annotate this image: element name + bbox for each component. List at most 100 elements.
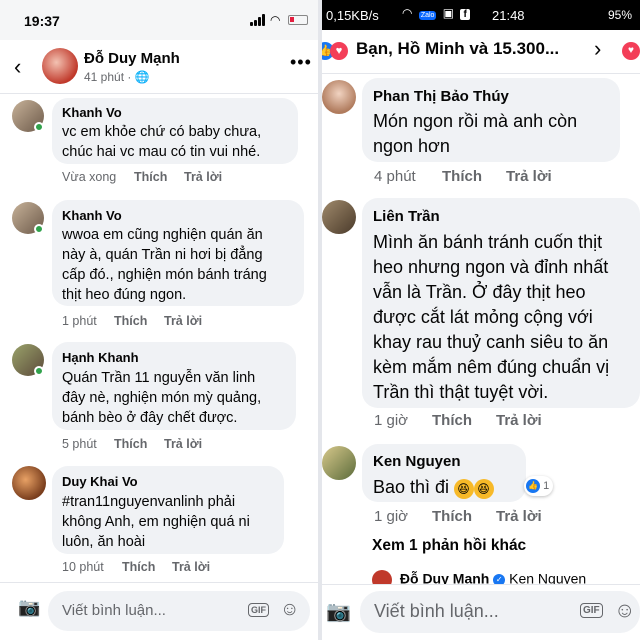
comment-bubble: Ken Nguyen Bao thì đi 😆 😆 <box>362 444 526 502</box>
comment-author[interactable]: Phan Thị Bảo Thúy <box>373 88 509 105</box>
comment-composer: 📷 Viết bình luận... GIF ☺ <box>0 582 318 640</box>
comment-bubble: Khanh Vo wwoa em cũng nghiện quán ăn này… <box>52 200 304 306</box>
comment-input[interactable]: Viết bình luận... GIF ☺ <box>48 591 310 631</box>
reply-button[interactable]: Trả lời <box>506 168 552 185</box>
like-button[interactable]: Thích <box>432 412 472 429</box>
comment-item: Hạnh Khanh Quán Trần 11 nguyễn văn linh … <box>0 342 318 458</box>
comment-actions: Vừa xong Thích Trả lời <box>62 170 222 184</box>
reply-button[interactable]: Trả lời <box>496 508 542 525</box>
reply-button[interactable]: Trả lời <box>164 437 202 451</box>
zalo-icon: Zalo <box>418 11 437 20</box>
avatar[interactable] <box>42 48 78 84</box>
like-button[interactable]: Thích <box>442 168 482 185</box>
comment-time: 4 phút <box>374 168 416 185</box>
comment-time: 10 phút <box>62 560 104 574</box>
right-screenshot: 0,15KB/s ◠ Zalo ▣ f 21:48 95% 👍 ♥ Bạn, H… <box>322 0 640 640</box>
wifi-icon: ◠ <box>270 13 281 27</box>
comment-actions: 1 phút Thích Trả lời <box>62 314 202 328</box>
reaction-count-chip[interactable]: 👍 1 <box>524 476 554 496</box>
comment-item: Phan Thị Bảo Thúy Món ngon rồi mà anh cò… <box>322 76 640 192</box>
comment-actions: 1 giờ Thích Trả lời <box>374 508 542 525</box>
view-more-replies-link[interactable]: Xem 1 phản hồi khác <box>372 537 526 555</box>
comment-composer: 📷 Viết bình luận... GIF ☺ <box>322 584 640 640</box>
image-icon: ▣ <box>442 6 455 20</box>
heart-icon[interactable]: ♥ <box>622 42 640 60</box>
avatar[interactable] <box>322 80 356 114</box>
wifi-icon: ◠ <box>402 6 413 20</box>
like-button[interactable]: Thích <box>432 508 472 525</box>
comment-text: Quán Trần 11 nguyễn văn linh đây nè, ngh… <box>62 370 262 426</box>
reaction-count: 1 <box>543 480 550 492</box>
gif-icon[interactable]: GIF <box>248 603 269 617</box>
reaction-icons: 👍 ♥ <box>322 40 352 62</box>
like-button[interactable]: Thích <box>114 314 147 328</box>
status-bar: 19:37 ◠ <box>0 0 318 40</box>
avatar[interactable] <box>322 200 356 234</box>
comment-bubble: Phan Thị Bảo Thúy Món ngon rồi mà anh cò… <box>362 78 620 162</box>
comment-item: Duy Khai Vo #tran11nguyenvanlinh phải kh… <box>0 464 318 580</box>
comment-bubble: Liên Trần Mình ăn bánh tránh cuốn thịt h… <box>362 198 640 408</box>
comment-author[interactable]: Hạnh Khanh <box>62 350 139 365</box>
comment-actions: 4 phút Thích Trả lời <box>374 168 552 185</box>
emoji-icon[interactable]: ☺ <box>280 599 299 621</box>
love-reaction-icon: ♥ <box>330 42 348 60</box>
like-button[interactable]: Thích <box>134 170 167 184</box>
facebook-icon: f <box>460 9 470 20</box>
status-icons: ◠ Zalo ▣ f <box>402 6 473 20</box>
comment-body: Bao thì đi 😆 😆 <box>373 475 494 500</box>
status-time: 19:37 <box>24 13 60 29</box>
reply-button[interactable]: Trả lời <box>164 314 202 328</box>
post-meta: 41 phút · 🌐 <box>84 70 150 84</box>
network-speed: 0,15KB/s <box>326 8 379 23</box>
comment-text: vc em khỏe chứ có baby chưa, chúc hai vc… <box>62 124 262 160</box>
post-author-name[interactable]: Đỗ Duy Mạnh <box>84 50 180 67</box>
back-arrow-icon[interactable]: ‹ <box>14 54 21 80</box>
comment-author[interactable]: Khanh Vo <box>62 208 122 223</box>
gif-icon[interactable]: GIF <box>580 603 603 618</box>
reply-button[interactable]: Trả lời <box>172 560 210 574</box>
status-time: 21:48 <box>492 8 525 23</box>
comment-input-placeholder: Viết bình luận... <box>374 601 499 621</box>
comment-text: Bao thì đi <box>373 477 450 497</box>
reactions-header[interactable]: 👍 ♥ Bạn, Hồ Minh và 15.300... › ♥ <box>322 30 640 74</box>
comment-actions: 10 phút Thích Trả lời <box>62 560 210 574</box>
emoji-icon[interactable]: ☺ <box>614 599 635 623</box>
comment-item: Liên Trần Mình ăn bánh tránh cuốn thịt h… <box>322 196 640 436</box>
battery-level: 95% <box>608 8 633 22</box>
like-button[interactable]: Thích <box>122 560 155 574</box>
camera-icon[interactable]: 📷 <box>18 597 40 618</box>
comment-input-placeholder: Viết bình luận... <box>62 602 166 619</box>
comment-text: #tran11nguyenvanlinh phải không Anh, em … <box>62 494 250 550</box>
like-button[interactable]: Thích <box>114 437 147 451</box>
reply-button[interactable]: Trả lời <box>496 412 542 429</box>
haha-emoji-icon: 😆 <box>473 478 494 499</box>
comment-text: wwoa em cũng nghiện quán ăn này à, quán … <box>62 227 267 303</box>
avatar[interactable] <box>322 446 356 480</box>
reply-button[interactable]: Trả lời <box>184 170 222 184</box>
comment-text: Mình ăn bánh tránh cuốn thịt heo nhưng n… <box>373 232 610 402</box>
comment-author[interactable]: Ken Nguyen <box>373 453 461 470</box>
comment-time: Vừa xong <box>62 170 117 184</box>
left-screenshot: 19:37 ◠ ‹ Đỗ Duy Mạnh 41 phút · 🌐 ••• Kh… <box>0 0 318 640</box>
chevron-right-icon[interactable]: › <box>594 36 601 62</box>
online-indicator <box>34 224 44 234</box>
avatar[interactable] <box>12 466 46 500</box>
online-indicator <box>34 122 44 132</box>
post-header: ‹ Đỗ Duy Mạnh 41 phút · 🌐 ••• <box>0 40 318 94</box>
comment-author[interactable]: Khanh Vo <box>62 105 122 120</box>
more-options-icon[interactable]: ••• <box>290 52 312 73</box>
comment-text: Món ngon rồi mà anh còn ngon hơn <box>373 111 578 156</box>
comment-item: Khanh Vo vc em khỏe chứ có baby chưa, ch… <box>0 96 318 192</box>
haha-emoji-icon: 😆 <box>453 478 474 499</box>
comment-actions: 5 phút Thích Trả lời <box>62 437 202 451</box>
comment-time: 1 phút <box>62 314 97 328</box>
reactions-summary[interactable]: Bạn, Hồ Minh và 15.300... <box>356 39 559 59</box>
comment-time: 1 giờ <box>374 412 409 429</box>
comment-bubble: Duy Khai Vo #tran11nguyenvanlinh phải kh… <box>52 466 284 554</box>
comment-input[interactable]: Viết bình luận... GIF ☺ <box>360 591 640 633</box>
online-indicator <box>34 366 44 376</box>
comment-bubble: Khanh Vo vc em khỏe chứ có baby chưa, ch… <box>52 98 298 164</box>
camera-icon[interactable]: 📷 <box>326 599 351 624</box>
comment-author[interactable]: Liên Trần <box>373 208 440 225</box>
comment-author[interactable]: Duy Khai Vo <box>62 474 138 489</box>
